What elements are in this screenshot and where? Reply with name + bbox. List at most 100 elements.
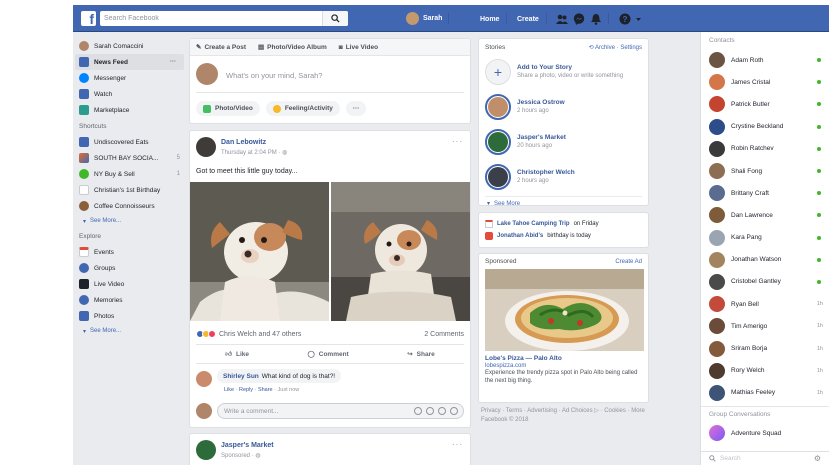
contact-item[interactable]: Ryan Bell 1h [701,293,829,315]
shortcut-christians-birthday[interactable]: Christian's 1st Birthday [79,182,184,198]
birthday-reminder[interactable]: Jonathan Abid's birthday is today [485,230,642,242]
shortcut-undiscovered-eats[interactable]: Undiscovered Eats [79,134,184,150]
post-photo[interactable] [331,182,470,321]
sidebar-item-messenger[interactable]: Messenger [79,70,184,86]
photo-video-button[interactable]: Photo/Video [196,101,260,116]
post-timestamp[interactable]: Thursday at 2:04 PM · ◍ [221,149,287,156]
contact-item[interactable]: Patrick Butler [701,93,829,115]
shortcut-coffee-connoisseurs[interactable]: Coffee Connoisseurs [79,198,184,214]
contacts-search[interactable]: ⚙ [701,451,829,465]
explore-item-photos[interactable]: Photos [79,308,184,324]
share-button[interactable]: ↪ Share [407,350,435,359]
post-timestamp[interactable]: Sponsored · ◍ [221,452,261,459]
search-button[interactable] [322,11,348,26]
contact-item[interactable]: Crystine Beckland [701,116,829,138]
contact-item[interactable]: Sriram Borja 1h [701,337,829,359]
contact-item[interactable]: Robin Ratchev [701,138,829,160]
tab-photo-video-album[interactable]: ▤ Photo/Video Album [258,43,327,52]
nav-home-link[interactable]: Home [480,16,499,23]
notifications-icon[interactable] [590,13,602,25]
explore-item-groups[interactable]: Groups [79,260,184,276]
contact-item[interactable]: Rory Welch 1h [701,360,829,382]
group-conversation-item[interactable]: Adventure Squad [701,422,829,444]
contact-item[interactable]: Tim Amerigo 1h [701,315,829,337]
comments-count[interactable]: 2 Comments [424,331,464,338]
emoji-icon[interactable] [414,407,422,415]
messenger-icon[interactable] [573,13,585,25]
post-photo[interactable] [190,182,329,321]
ad-image[interactable] [485,269,644,351]
add-story-item[interactable]: + Add to Your Story Share a photo, video… [479,56,648,91]
contact-item[interactable]: Mathias Feeley 1h [701,382,829,404]
avatar[interactable] [196,137,216,157]
feeling-activity-button[interactable]: Feeling/Activity [265,101,340,116]
sticker-icon[interactable] [450,407,458,415]
camera-icon[interactable] [426,407,434,415]
explore-item-events[interactable]: Events [79,244,184,260]
nav-create-link[interactable]: Create [517,16,539,23]
contacts-search-input[interactable] [720,455,810,462]
post-author[interactable]: Jasper's Market [221,442,274,449]
stories-see-more[interactable]: ▾ See More [485,196,642,210]
birthday-name[interactable]: Jonathan Abid's [497,233,543,239]
post-author[interactable]: Dan Lebowitz [221,139,266,146]
contact-item[interactable]: Adam Roth [701,49,829,71]
more-options-button[interactable]: ··· [345,101,367,116]
composer-body[interactable]: What's on your mind, Sarah? [196,56,464,93]
post-options-icon[interactable]: ··· [452,440,463,449]
tab-create-post[interactable]: ✎ Create a Post [196,43,246,52]
nav-profile-link[interactable]: Sarah [406,12,442,25]
search-input[interactable] [100,11,320,26]
story-item[interactable]: Jasper's Market 20 hours ago [479,126,648,161]
story-item[interactable]: Jessica Ostrow 2 hours ago [479,91,648,126]
account-menu-chevron-icon[interactable] [635,13,642,25]
create-ad-link[interactable]: Create Ad [615,259,642,265]
comment-input-box[interactable] [217,403,464,419]
post-options-icon[interactable]: ··· [452,137,463,146]
contact-item[interactable]: Shali Fong [701,160,829,182]
leftnav-profile[interactable]: Sarah Comaccini [79,38,184,54]
contact-item[interactable]: Brittany Craft [701,182,829,204]
comment-share-link[interactable]: Share [258,387,273,393]
sidebar-item-news-feed[interactable]: News Feed ··· [75,54,184,70]
explore-see-more[interactable]: ▾ See More... [79,324,184,338]
contact-item[interactable]: Cristobel Gantley [701,271,829,293]
reactions-summary[interactable]: Chris Welch and 47 others [219,331,301,338]
contact-item[interactable]: Dan Lawrence [701,204,829,226]
avatar[interactable] [196,440,216,460]
gif-icon[interactable] [438,407,446,415]
event-name[interactable]: Lake Tahoe Camping Trip [497,221,570,227]
contact-item[interactable]: James Cristal [701,71,829,93]
ad-title[interactable]: Lobe's Pizza — Palo Alto [479,351,648,362]
shortcuts-see-more[interactable]: ▾ See More... [79,214,184,228]
tab-live-video[interactable]: ◙ Live Video [339,44,378,51]
search-bar[interactable] [100,11,348,26]
friend-requests-icon[interactable] [556,13,568,25]
comment-author[interactable]: Shirley Sun [223,373,259,380]
explore-item-live-video[interactable]: Live Video [79,276,184,292]
stories-archive-link[interactable]: Archive [595,45,615,51]
footer-links[interactable]: Privacy · Terms · Advertising · Ad Choic… [481,407,646,416]
help-icon[interactable]: ? [619,13,631,25]
contact-item[interactable]: Kara Pang [701,227,829,249]
sidebar-item-marketplace[interactable]: Marketplace [79,102,184,118]
comment-input[interactable] [218,404,388,418]
story-item[interactable]: Christopher Welch 2 hours ago [479,161,648,196]
sidebar-item-watch[interactable]: Watch [79,86,184,102]
composer-placeholder[interactable]: What's on your mind, Sarah? [226,71,322,80]
contact-item[interactable]: Jonathan Watson [701,249,829,271]
ad-url[interactable]: lobespizza.com [479,362,648,369]
avatar[interactable] [196,371,212,387]
news-feed-options-icon[interactable]: ··· [170,59,176,65]
shortcut-ny-buy-sell[interactable]: NY Buy & Sell 1 [79,166,184,182]
shortcut-south-bay[interactable]: SOUTH BAY SOCIA... 5 [79,150,184,166]
like-button[interactable]: 👍︎ Like [225,350,249,359]
explore-item-memories[interactable]: Memories [79,292,184,308]
event-reminder[interactable]: Lake Tahoe Camping Trip on Friday [485,218,642,230]
comment-button[interactable]: ◯ Comment [307,350,348,359]
comment-like-link[interactable]: Like [224,387,234,393]
stories-settings-link[interactable]: Settings [620,45,642,51]
gear-icon[interactable]: ⚙ [814,454,821,463]
facebook-logo[interactable]: f [81,11,96,26]
comment-reply-link[interactable]: Reply [239,387,253,393]
